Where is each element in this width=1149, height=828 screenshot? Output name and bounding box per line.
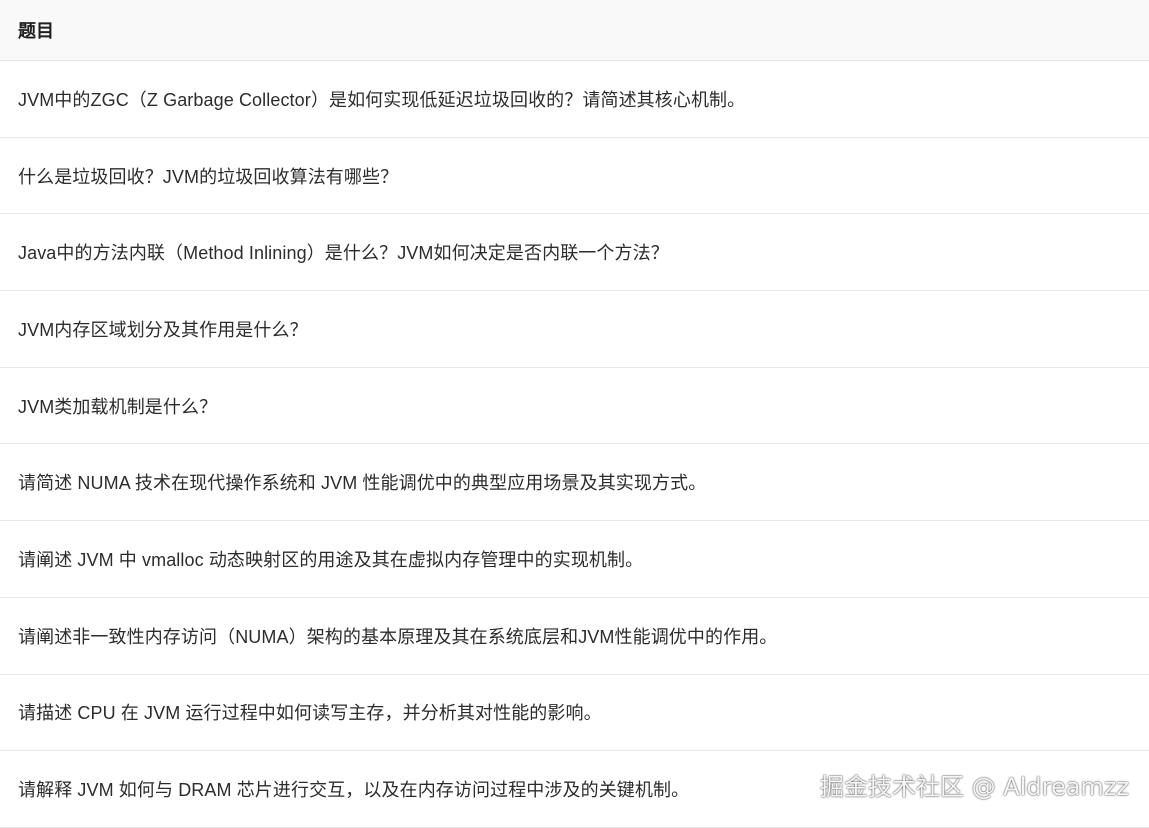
table-row[interactable]: 请简述 NUMA 技术在现代操作系统和 JVM 性能调优中的典型应用场景及其实现… — [0, 444, 1149, 522]
question-text: 请简述 NUMA 技术在现代操作系统和 JVM 性能调优中的典型应用场景及其实现… — [18, 473, 707, 494]
table-row[interactable]: JVM内存区域划分及其作用是什么？ — [0, 291, 1149, 368]
question-text: 什么是垃圾回收？JVM的垃圾回收算法有哪些？ — [18, 166, 399, 187]
column-header-title: 题目 — [18, 21, 54, 41]
question-text: 请解释 JVM 如何与 DRAM 芯片进行交互，以及在内存访问过程中涉及的关键机… — [18, 780, 690, 801]
question-text: Java中的方法内联（Method Inlining）是什么？JVM如何决定是否… — [18, 243, 669, 264]
question-text: 请阐述非一致性内存访问（NUMA）架构的基本原理及其在系统底层和JVM性能调优中… — [18, 626, 778, 647]
question-text: JVM中的ZGC（Z Garbage Collector）是如何实现低延迟垃圾回… — [18, 89, 746, 110]
table-row[interactable]: 什么是垃圾回收？JVM的垃圾回收算法有哪些？ — [0, 137, 1149, 215]
question-text: 请阐述 JVM 中 vmalloc 动态映射区的用途及其在虚拟内存管理中的实现机… — [18, 549, 644, 570]
table-header: 题目 — [0, 0, 1149, 61]
table-row[interactable]: 请阐述 JVM 中 vmalloc 动态映射区的用途及其在虚拟内存管理中的实现机… — [0, 521, 1149, 598]
table-row[interactable]: JVM中的ZGC（Z Garbage Collector）是如何实现低延迟垃圾回… — [0, 61, 1149, 138]
table-row[interactable]: Java中的方法内联（Method Inlining）是什么？JVM如何决定是否… — [0, 214, 1149, 292]
question-text: JVM内存区域划分及其作用是什么？ — [18, 319, 308, 340]
table-row[interactable]: 请阐述非一致性内存访问（NUMA）架构的基本原理及其在系统底层和JVM性能调优中… — [0, 597, 1149, 675]
question-text: JVM类加载机制是什么？ — [18, 396, 218, 417]
table-row[interactable]: JVM类加载机制是什么？ — [0, 367, 1149, 445]
watermark: 掘金技术社区 @ Aldreamzz — [820, 773, 1129, 801]
question-table: 题目 JVM中的ZGC（Z Garbage Collector）是如何实现低延迟… — [0, 0, 1149, 828]
table-row[interactable]: 请描述 CPU 在 JVM 运行过程中如何读写主存，并分析其对性能的影响。 — [0, 674, 1149, 752]
question-text: 请描述 CPU 在 JVM 运行过程中如何读写主存，并分析其对性能的影响。 — [18, 703, 602, 724]
